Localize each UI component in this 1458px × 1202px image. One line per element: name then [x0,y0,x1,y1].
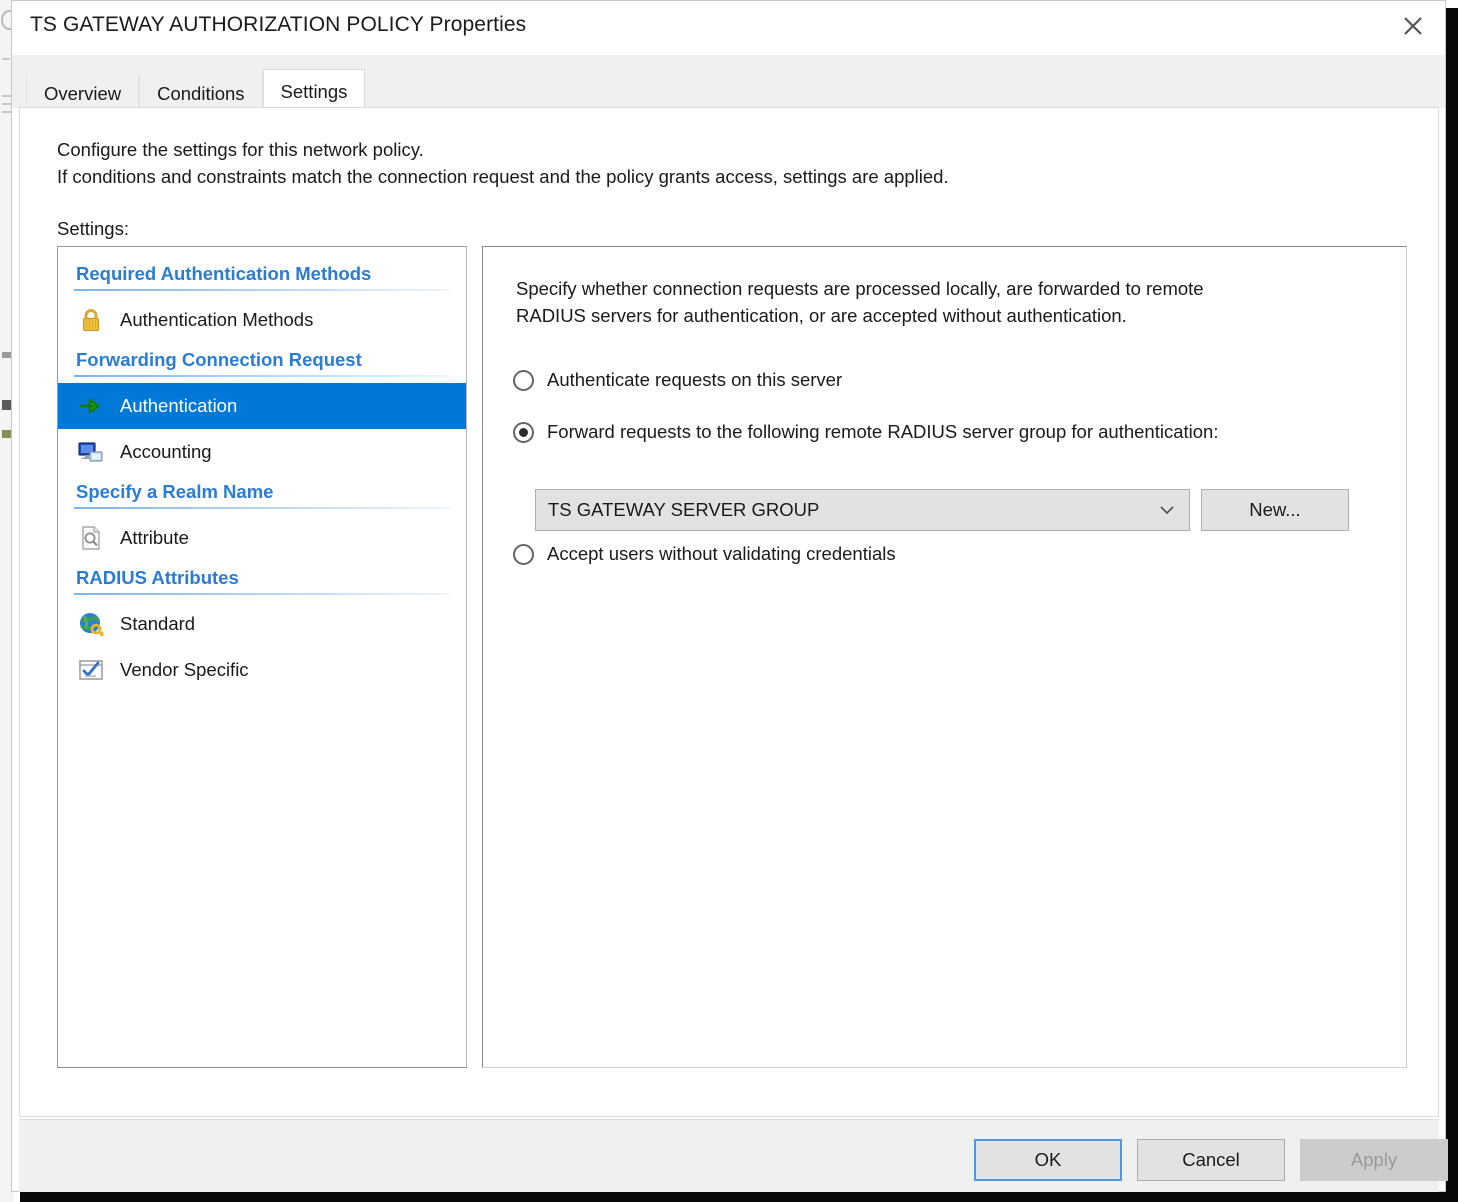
tree-item-label: Authentication Methods [120,309,314,330]
apply-button: Apply [1300,1139,1448,1181]
settings-tree: Required Authentication Methods Authenti… [57,246,467,1068]
radio-forward-to-remote-group[interactable]: Forward requests to the following remote… [513,421,1218,443]
settings-page: Configure the settings for this network … [19,107,1439,1117]
tree-group-label: Required Authentication Methods [76,263,372,284]
tree-group-required-authentication-methods: Required Authentication Methods [58,261,466,291]
globe-key-icon [76,609,106,639]
radio-label: Accept users without validating credenti… [547,543,896,564]
detail-panel: Specify whether connection requests are … [482,246,1407,1068]
tree-item-authentication[interactable]: Authentication [58,383,466,429]
checkmark-panel-icon [76,655,106,685]
monitor-icon [76,437,106,467]
group-divider [74,289,450,291]
tree-item-label: Authentication [120,395,238,416]
page-description-line1: Configure the settings for this network … [57,139,424,160]
radio-button[interactable] [513,369,534,391]
detail-description-line1: Specify whether connection requests are … [516,278,1204,299]
tree-item-authentication-methods[interactable]: Authentication Methods [58,297,466,343]
ok-button[interactable]: OK [974,1139,1122,1181]
cancel-button[interactable]: Cancel [1137,1139,1285,1181]
tree-item-label: Accounting [120,441,212,462]
tree-item-label: Standard [120,613,196,634]
padlock-icon [76,305,106,335]
tree-group-forwarding-connection-request: Forwarding Connection Request [58,347,466,377]
new-server-group-button[interactable]: New... [1201,489,1349,531]
tree-group-radius-attributes: RADIUS Attributes [58,565,466,595]
radio-button[interactable] [513,543,534,565]
detail-description: Specify whether connection requests are … [516,275,1204,329]
properties-dialog: TS GATEWAY AUTHORIZATION POLICY Properti… [11,0,1448,1192]
page-description-line2: If conditions and constraints match the … [57,166,949,187]
window-shadow-right [1446,8,1458,1202]
tree-item-attribute[interactable]: Attribute [58,515,466,561]
radio-label: Forward requests to the following remote… [547,421,1219,442]
tree-group-label: Forwarding Connection Request [76,349,362,370]
radio-label: Authenticate requests on this server [547,369,843,390]
tree-item-vendor-specific[interactable]: Vendor Specific [58,647,466,693]
detail-description-line2: RADIUS servers for authentication, or ar… [516,305,1127,326]
tree-group-label: Specify a Realm Name [76,481,274,502]
server-group-combo[interactable]: TS GATEWAY SERVER GROUP [535,489,1190,531]
group-divider [74,593,450,595]
tree-item-label: Attribute [120,527,189,548]
window-title: TS GATEWAY AUTHORIZATION POLICY Properti… [30,13,527,36]
settings-label: Settings: [57,218,129,239]
radio-accept-without-validating[interactable]: Accept users without validating credenti… [513,543,896,565]
group-divider [74,375,450,377]
tab-strip: Overview Conditions Settings [12,55,1445,116]
dialog-footer: OK Cancel Apply [19,1119,1448,1192]
radio-button[interactable] [513,421,534,443]
tree-item-accounting[interactable]: Accounting [58,429,466,475]
server-group-combo-value: TS GATEWAY SERVER GROUP [548,499,820,520]
chevron-down-icon [1159,505,1189,515]
radio-authenticate-locally[interactable]: Authenticate requests on this server [513,369,842,391]
title-bar: TS GATEWAY AUTHORIZATION POLICY Properti… [12,1,1445,55]
tree-group-specify-a-realm-name: Specify a Realm Name [58,479,466,509]
page-description: Configure the settings for this network … [57,136,949,190]
document-search-icon [76,523,106,553]
tree-item-label: Vendor Specific [120,659,249,680]
green-arrow-icon [76,391,106,421]
close-icon[interactable] [1387,5,1439,47]
tree-group-label: RADIUS Attributes [76,567,239,588]
tree-item-standard[interactable]: Standard [58,601,466,647]
group-divider [74,507,450,509]
